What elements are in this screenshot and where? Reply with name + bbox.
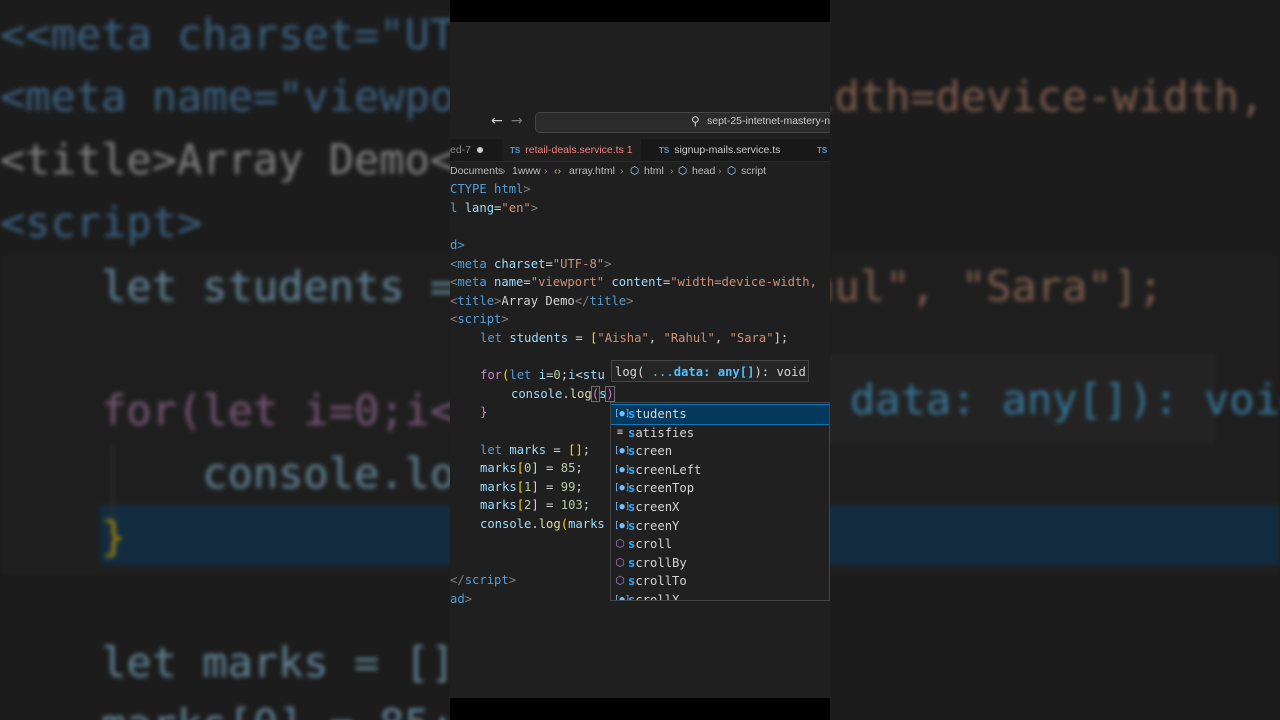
search-icon: ⚲ (691, 114, 700, 128)
breadcrumb-head[interactable]: head (692, 165, 715, 177)
suggestion-list[interactable]: [●] students ≡ satisfies [●] screen [●] … (610, 402, 830, 601)
code-line-marks-1[interactable]: marks[1] = 99; (480, 479, 583, 495)
element-icon: ⬡ (678, 165, 688, 177)
bg-code-line: let marks = []; (0, 638, 450, 687)
suggestion-item[interactable]: ⬡ scrollTo (611, 572, 829, 591)
code-line-meta-viewport[interactable]: <meta name="viewport" content="width=dev… (450, 274, 817, 290)
element-icon: ⬡ (630, 165, 640, 177)
variable-icon: [●] (614, 409, 631, 419)
breadcrumb-documents[interactable]: Documents (450, 165, 503, 177)
code-line-marks-0[interactable]: marks[0] = 85; (480, 460, 583, 476)
suggestion-item[interactable]: ≡ satisfies (611, 424, 829, 443)
bg-code-line: for(let i=0;i<students.length;i++){ (101, 386, 450, 435)
variable-icon: [●] (614, 446, 631, 457)
parameter-hint: log( ...data: any[]): void (611, 360, 809, 382)
chevron-right-icon: › (544, 165, 548, 177)
suggestion-item[interactable]: [●] screen (611, 442, 829, 461)
breadcrumb-script[interactable]: script (741, 165, 766, 177)
method-cube-icon: ⬡ (615, 574, 625, 588)
background-right: <meta name="viewport" content="width=dev… (830, 0, 1280, 720)
code-line-students[interactable]: let students = ["Aisha", "Rahul", "Sara"… (480, 330, 788, 346)
breadcrumb-array-html[interactable]: array.html (569, 165, 615, 177)
suggestion-item[interactable]: [●] screenY (611, 517, 829, 536)
bg-code-line: <<meta charset="UTF-8"> (0, 10, 450, 59)
suggestion-item[interactable]: [●] screenTop (611, 479, 829, 498)
code-line-close-brace[interactable]: } (480, 404, 487, 420)
bg-code-line: } (0, 512, 127, 561)
unsaved-dot-icon (477, 147, 484, 154)
editor-panel: ← → ⚲ sept-25-intetnet-mastery-n ed-7 TS… (450, 0, 830, 720)
chevron-right-icon: › (620, 165, 624, 177)
tab-bar: ed-7 TS retail-deals.service.ts 1 TS signu… (450, 139, 830, 162)
bg-code-line: <meta name="viewport" content="width=dev… (830, 72, 1265, 121)
typescript-icon: TS (510, 146, 521, 155)
bg-hover-text: data: any[]): void (850, 375, 1280, 424)
suggestion-item[interactable]: ⬡ scroll (611, 535, 829, 554)
code-line-script-close[interactable]: </script> (450, 572, 516, 588)
suggestion-item[interactable]: ⬡ scrollBy (611, 554, 829, 573)
method-cube-icon: ⬡ (615, 555, 625, 569)
bg-code-line: <script> (0, 198, 203, 247)
background-left: <<meta charset="UTF-8"> <meta name="view… (0, 0, 450, 720)
code-line-marks-log[interactable]: console.log(marks (480, 516, 605, 532)
suggestion-item[interactable]: [●] screenX (611, 498, 829, 517)
suggestion-item[interactable]: [●] scrollX (611, 591, 829, 601)
typescript-icon: TS (659, 146, 670, 155)
breadcrumb-html[interactable]: html (644, 165, 664, 177)
suggestion-item[interactable]: [●] screenLeft (611, 461, 829, 480)
code-line-script-open[interactable]: <script> (450, 311, 509, 327)
bg-code-line: <meta name="viewport" content="width=dev… (0, 72, 450, 121)
chevron-right-icon: › (502, 165, 506, 177)
breadcrumb-1www[interactable]: 1www (512, 165, 541, 177)
variable-icon: [●] (614, 483, 631, 494)
bg-code-line: let students = ["Aisha", "Rahul", "Sara"… (830, 262, 1164, 311)
tab-partial-left[interactable]: ed-7 (450, 139, 484, 161)
code-line-head-close[interactable]: ad> (450, 591, 472, 607)
html-file-icon: ‹› (554, 165, 561, 177)
command-center-search[interactable]: ⚲ sept-25-intetnet-mastery-n (535, 112, 830, 133)
bg-code-line: <title>Array Demo</title> (0, 135, 450, 184)
tab-signup-mails[interactable]: TS signup-mails.service.ts (659, 139, 780, 161)
variable-icon: [●] (614, 595, 631, 601)
bg-code-line: let students = ["Aisha", "Rahul", "Sara"… (101, 262, 450, 311)
code-line-marks-decl[interactable]: let marks = []; (480, 442, 590, 458)
search-text: sept-25-intetnet-mastery-n (707, 115, 830, 127)
tab-partial-right[interactable]: TS (817, 139, 830, 161)
bg-code-line: console.log( (202, 449, 450, 498)
chevron-right-icon: › (670, 165, 674, 177)
keyword-icon: ≡ (616, 426, 624, 438)
element-icon: ⬡ (727, 165, 737, 177)
code-line-marks-2[interactable]: marks[2] = 103; (480, 497, 590, 513)
code-line-meta-charset[interactable]: <meta charset="UTF-8"> (450, 256, 611, 272)
method-cube-icon: ⬡ (615, 537, 625, 551)
code-line-console-log[interactable]: console.log(s) (511, 386, 615, 402)
forward-arrow-icon[interactable]: → (511, 114, 523, 128)
variable-icon: [●] (614, 520, 631, 531)
chevron-right-icon: › (718, 165, 722, 177)
variable-icon: [●] (614, 502, 631, 512)
code-line-doctype[interactable]: CTYPE html> (450, 181, 531, 197)
back-arrow-icon[interactable]: ← (491, 114, 503, 128)
code-line-html[interactable]: l lang="en"> (450, 200, 538, 216)
code-line-for[interactable]: for(let i=0;i<stu (480, 367, 605, 383)
code-line-head-open[interactable]: d> (450, 237, 465, 253)
tab-retail-deals[interactable]: TS retail-deals.service.ts 1 (502, 139, 641, 161)
bg-code-line: marks[0] = 85; (0, 700, 450, 720)
variable-icon: [●] (614, 464, 631, 475)
typescript-icon: TS (817, 146, 828, 155)
suggestion-item[interactable]: [●] students (611, 404, 829, 425)
code-line-title[interactable]: <title>Array Demo</title> (450, 293, 633, 309)
